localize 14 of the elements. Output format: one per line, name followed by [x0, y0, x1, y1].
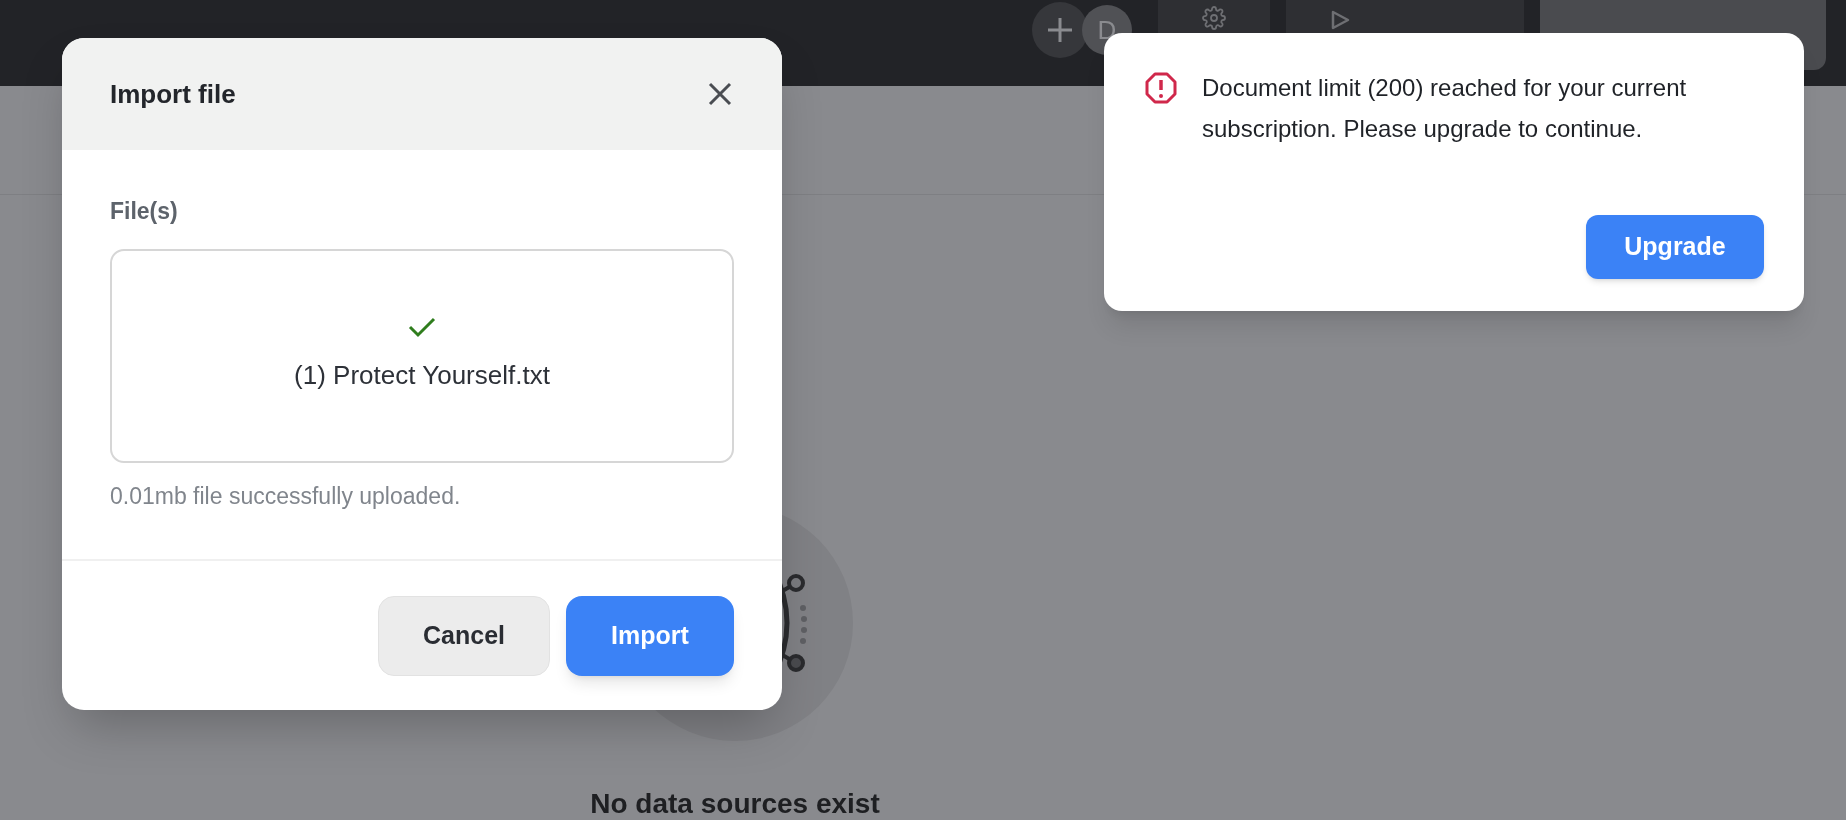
upload-status: 0.01mb file successfully uploaded. — [110, 481, 462, 511]
play-icon — [1330, 10, 1350, 30]
settings-icon — [1202, 6, 1226, 30]
warning-icon — [1144, 71, 1178, 105]
import-button[interactable]: Import — [566, 595, 734, 676]
file-name: (1) Protect Yourself.txt — [294, 359, 550, 392]
field-label: File(s) — [110, 197, 179, 226]
empty-state-message: No data sources exist — [590, 787, 880, 820]
cancel-button[interactable]: Cancel — [378, 595, 550, 676]
file-dropzone[interactable]: (1) Protect Yourself.txt — [110, 248, 734, 463]
toast-message: Document limit (200) reached for your current subscription. Please upgrade to continue. — [1202, 73, 1688, 144]
close-icon[interactable] — [706, 80, 734, 108]
upgrade-button[interactable]: Upgrade — [1586, 215, 1764, 279]
dialog-title: Import file — [110, 77, 236, 111]
